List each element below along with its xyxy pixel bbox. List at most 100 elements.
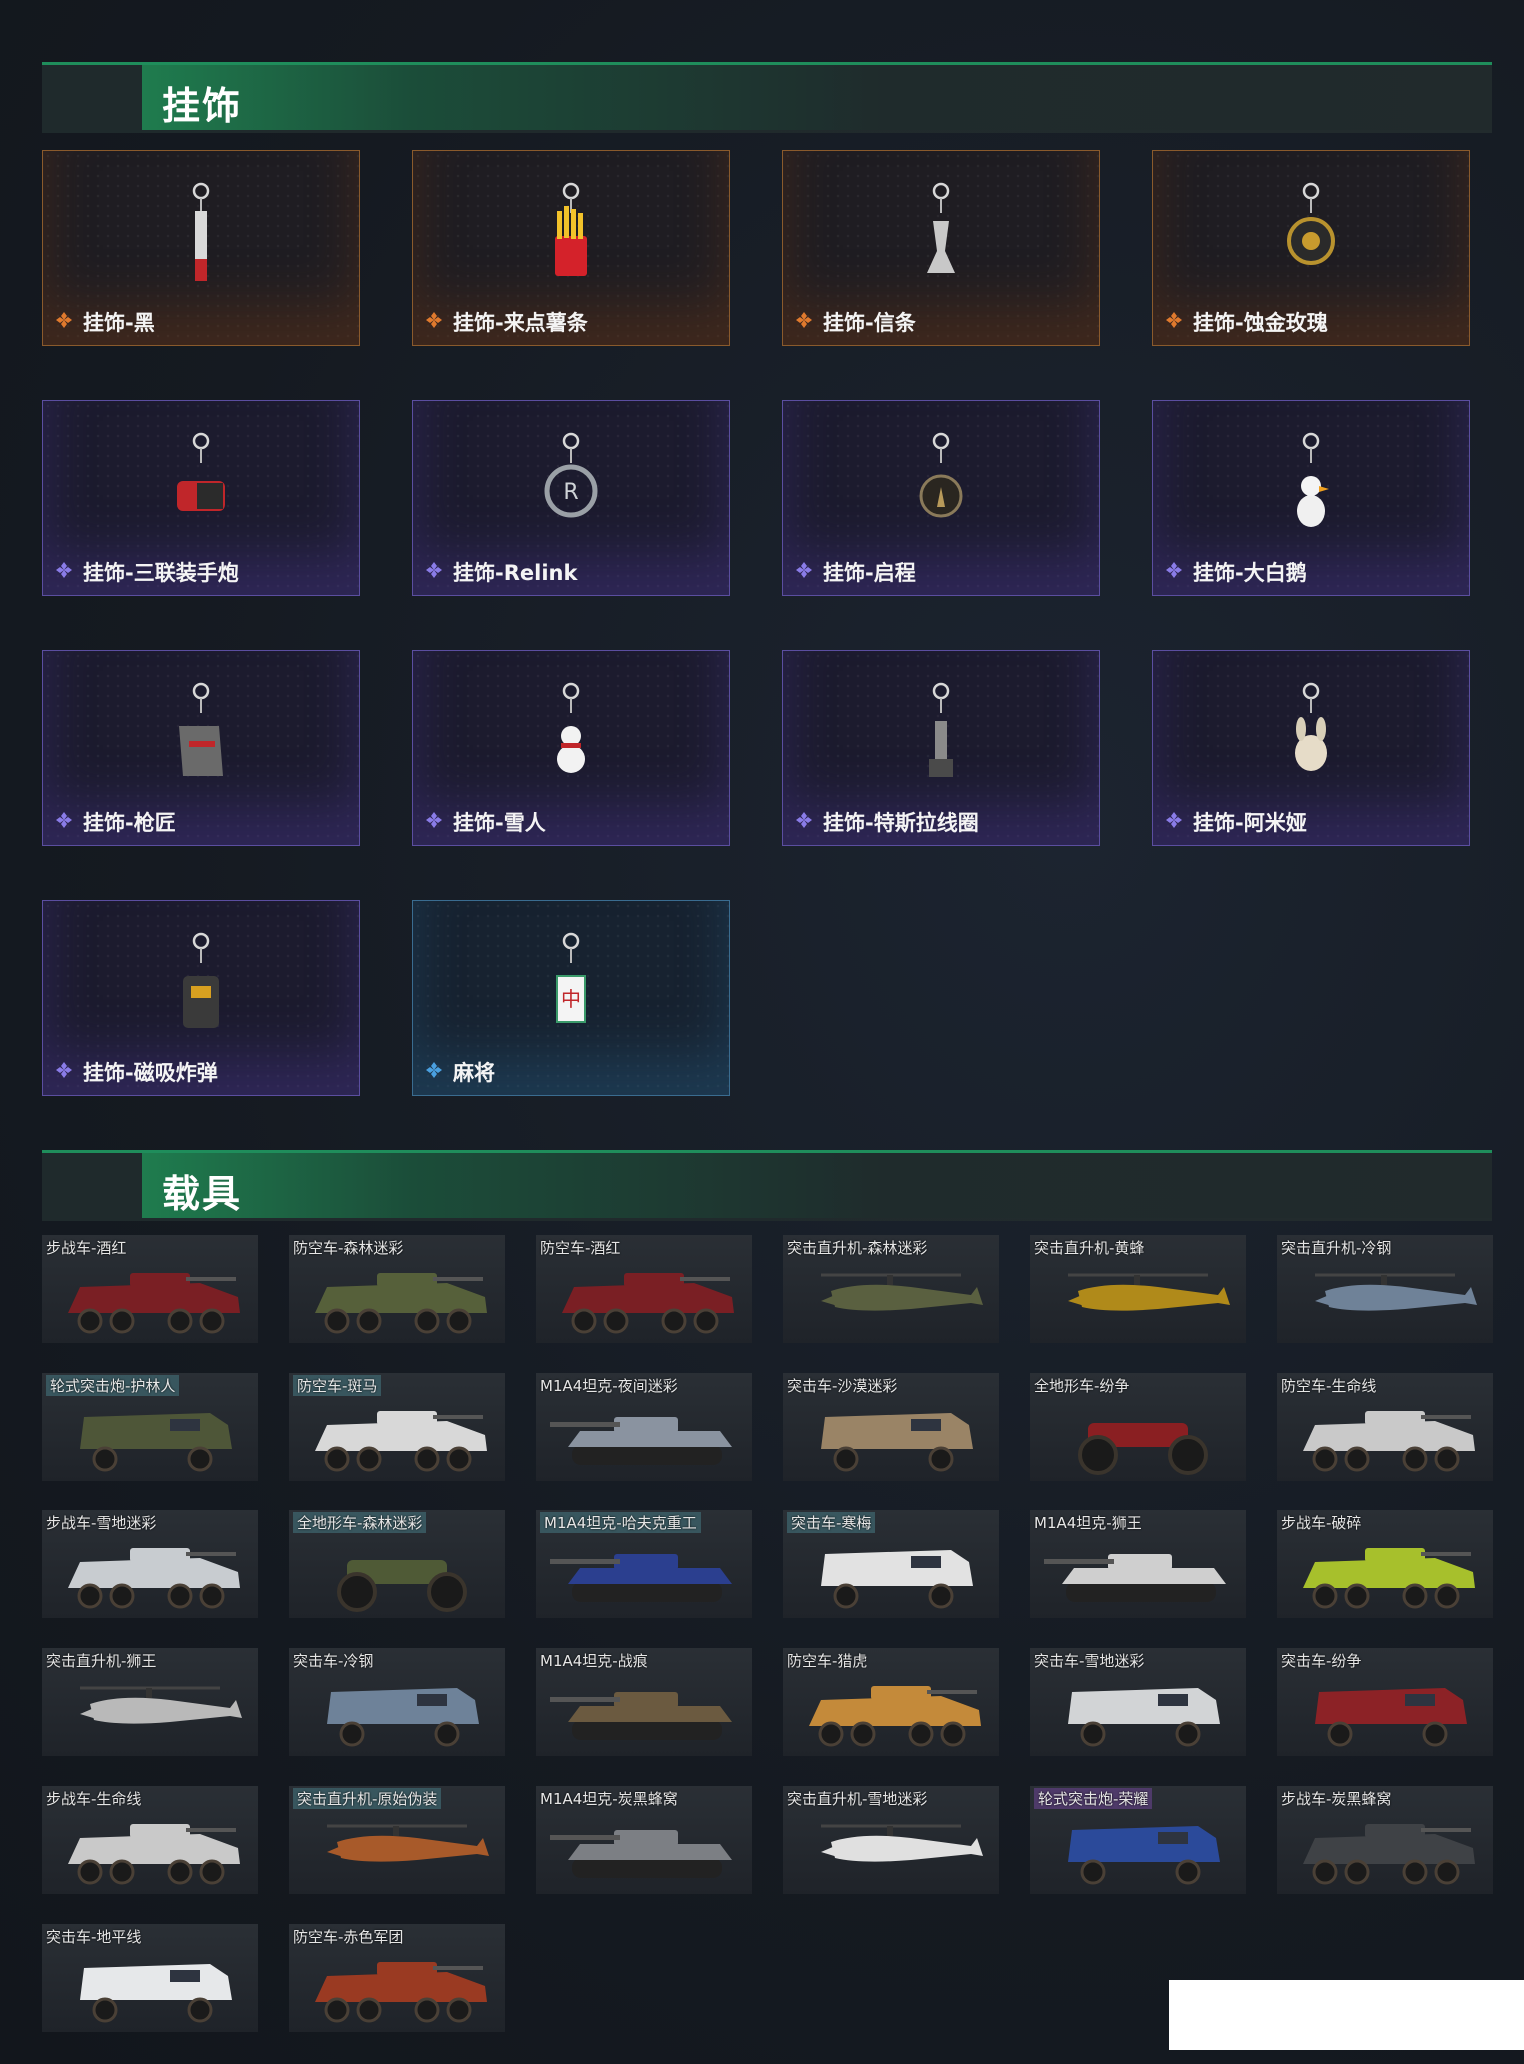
vehicle-name: 步战车-雪地迷彩 <box>46 1514 157 1532</box>
pendant-name: 挂饰-启程 <box>823 561 916 585</box>
vehicle-heli-image <box>327 1824 489 1862</box>
vehicle-card[interactable]: 步战车-破碎 <box>1277 1510 1493 1618</box>
vehicle-card[interactable]: M1A4坦克-夜间迷彩 <box>536 1373 752 1481</box>
vehicle-card[interactable]: M1A4坦克-狮王 <box>1030 1510 1246 1618</box>
pendant-card[interactable]: 挂饰-阿米娅 <box>1152 650 1470 846</box>
vehicle-card[interactable]: 突击车-沙漠迷彩 <box>783 1373 999 1481</box>
vehicle-card[interactable]: 突击直升机-黄蜂 <box>1030 1235 1246 1343</box>
vehicle-card[interactable]: 突击车-纷争 <box>1277 1648 1493 1756</box>
pendant-card[interactable]: 挂饰-启程 <box>782 400 1100 596</box>
vehicle-card[interactable]: 突击车-雪地迷彩 <box>1030 1648 1246 1756</box>
vehicle-ifv-image <box>68 1548 240 1609</box>
vehicle-card[interactable]: 突击车-寒梅 <box>783 1510 999 1618</box>
pendant-name: 麻将 <box>453 1061 495 1085</box>
vehicle-name: M1A4坦克-战痕 <box>540 1652 648 1670</box>
vehicle-card[interactable]: 突击直升机-森林迷彩 <box>783 1235 999 1343</box>
vehicle-card[interactable]: 突击车-地平线 <box>42 1924 258 2032</box>
vehicle-name: 突击直升机-原始伪装 <box>293 1788 442 1809</box>
pendant-bomb-icon <box>183 932 219 1028</box>
vehicle-name: M1A4坦克-狮王 <box>1034 1514 1142 1532</box>
pendant-card[interactable]: 挂饰-大白鹅 <box>1152 400 1470 596</box>
section-title-pendants: 挂饰 <box>162 84 243 128</box>
vehicle-atv-image <box>337 1560 467 1612</box>
pendant-label: 挂饰-Relink <box>425 557 577 587</box>
pendant-name: 挂饰-特斯拉线圈 <box>823 811 979 835</box>
vehicle-card[interactable]: 突击直升机-原始伪装 <box>289 1786 505 1894</box>
vehicle-name: 轮式突击炮-荣耀 <box>1034 1788 1153 1809</box>
vehicle-name: 步战车-生命线 <box>46 1790 142 1808</box>
vehicle-tank-image <box>550 1554 732 1602</box>
vehicle-name: 防空车-斑马 <box>293 1375 382 1396</box>
rarity-gem-icon <box>425 1060 453 1084</box>
vehicle-card[interactable]: 防空车-生命线 <box>1277 1373 1493 1481</box>
pendant-card[interactable]: 挂饰-来点薯条 <box>412 150 730 346</box>
vehicle-card[interactable]: 步战车-炭黑蜂窝 <box>1277 1786 1493 1894</box>
vehicle-card[interactable]: 防空车-森林迷彩 <box>289 1235 505 1343</box>
pendant-label: 挂饰-蚀金玫瑰 <box>1165 307 1328 337</box>
pendant-name: 挂饰-黑 <box>83 311 155 335</box>
vehicle-card[interactable]: 突击直升机-冷钢 <box>1277 1235 1493 1343</box>
vehicle-name: 突击直升机-狮王 <box>46 1652 157 1670</box>
section-header-pendants: 挂饰 <box>42 62 1492 133</box>
vehicle-heli-image <box>1315 1273 1477 1311</box>
vehicle-card[interactable]: 轮式突击炮-荣耀 <box>1030 1786 1246 1894</box>
pendant-card[interactable]: R 挂饰-Relink <box>412 400 730 596</box>
vehicle-card[interactable]: 步战车-生命线 <box>42 1786 258 1894</box>
vehicle-card[interactable]: 突击车-冷钢 <box>289 1648 505 1756</box>
vehicle-name: 步战车-破碎 <box>1281 1514 1362 1532</box>
pendant-label: 挂饰-阿米娅 <box>1165 807 1307 837</box>
vehicle-ifv-image <box>315 1273 487 1334</box>
pendant-label: 挂饰-三联装手炮 <box>55 557 239 587</box>
pendant-card[interactable]: 挂饰-特斯拉线圈 <box>782 650 1100 846</box>
vehicle-card[interactable]: 防空车-赤色军团 <box>289 1924 505 2032</box>
vehicle-name: 突击车-寒梅 <box>787 1512 876 1533</box>
vehicle-name: 全地形车-纷争 <box>1034 1377 1130 1395</box>
pendant-card[interactable]: 挂饰-枪匠 <box>42 650 360 846</box>
pendant-card[interactable]: 挂饰-信条 <box>782 150 1100 346</box>
section-header-band <box>142 1153 1492 1218</box>
pendant-mahjong-icon: 中 <box>556 932 586 1023</box>
vehicle-card[interactable]: 步战车-酒红 <box>42 1235 258 1343</box>
vehicle-ifv-image <box>315 1411 487 1472</box>
vehicle-card[interactable]: M1A4坦克-战痕 <box>536 1648 752 1756</box>
vehicle-name: 突击车-沙漠迷彩 <box>787 1377 898 1395</box>
vehicle-truck-image <box>1315 1688 1467 1747</box>
vehicle-card[interactable]: M1A4坦克-哈夫克重工 <box>536 1510 752 1618</box>
pendant-card[interactable]: 挂饰-蚀金玫瑰 <box>1152 150 1470 346</box>
vehicle-name: 步战车-酒红 <box>46 1239 127 1257</box>
pendant-card[interactable]: 挂饰-雪人 <box>412 650 730 846</box>
vehicle-card[interactable]: 步战车-雪地迷彩 <box>42 1510 258 1618</box>
pendant-card[interactable]: 中麻将 <box>412 900 730 1096</box>
blank-overlay <box>1169 1980 1524 2050</box>
vehicle-card[interactable]: 防空车-斑马 <box>289 1373 505 1481</box>
vehicle-card[interactable]: 突击直升机-狮王 <box>42 1648 258 1756</box>
pendant-name: 挂饰-三联装手炮 <box>83 561 239 585</box>
pendant-card[interactable]: 挂饰-磁吸炸弹 <box>42 900 360 1096</box>
vehicle-ifv-image <box>315 1962 487 2023</box>
pendant-card[interactable]: 挂饰-三联装手炮 <box>42 400 360 596</box>
rarity-gem-icon <box>55 310 83 334</box>
vehicle-card[interactable]: M1A4坦克-炭黑蜂窝 <box>536 1786 752 1894</box>
pendant-name: 挂饰-枪匠 <box>83 811 176 835</box>
pendant-label: 挂饰-磁吸炸弹 <box>55 1057 218 1087</box>
vehicle-truck-image <box>821 1550 973 1609</box>
svg-text:R: R <box>563 480 578 505</box>
rarity-gem-icon <box>55 560 83 584</box>
pendant-label: 挂饰-雪人 <box>425 807 546 837</box>
vehicle-name: 步战车-炭黑蜂窝 <box>1281 1790 1392 1808</box>
vehicle-name: 突击车-雪地迷彩 <box>1034 1652 1145 1670</box>
vehicle-card[interactable]: 突击直升机-雪地迷彩 <box>783 1786 999 1894</box>
rarity-gem-icon <box>795 810 823 834</box>
pendant-amiya-icon <box>1295 682 1327 771</box>
vehicle-heli-image <box>821 1824 983 1862</box>
vehicle-card[interactable]: 防空车-酒红 <box>536 1235 752 1343</box>
vehicle-card[interactable]: 轮式突击炮-护林人 <box>42 1373 258 1481</box>
rarity-gem-icon <box>1165 810 1193 834</box>
vehicle-armored-image <box>1068 1826 1220 1885</box>
vehicle-card[interactable]: 全地形车-森林迷彩 <box>289 1510 505 1618</box>
vehicle-tank-image <box>550 1417 732 1465</box>
vehicle-card[interactable]: 全地形车-纷争 <box>1030 1373 1246 1481</box>
vehicle-card[interactable]: 防空车-猎虎 <box>783 1648 999 1756</box>
vehicle-name: 防空车-生命线 <box>1281 1377 1377 1395</box>
pendant-card[interactable]: 挂饰-黑 <box>42 150 360 346</box>
